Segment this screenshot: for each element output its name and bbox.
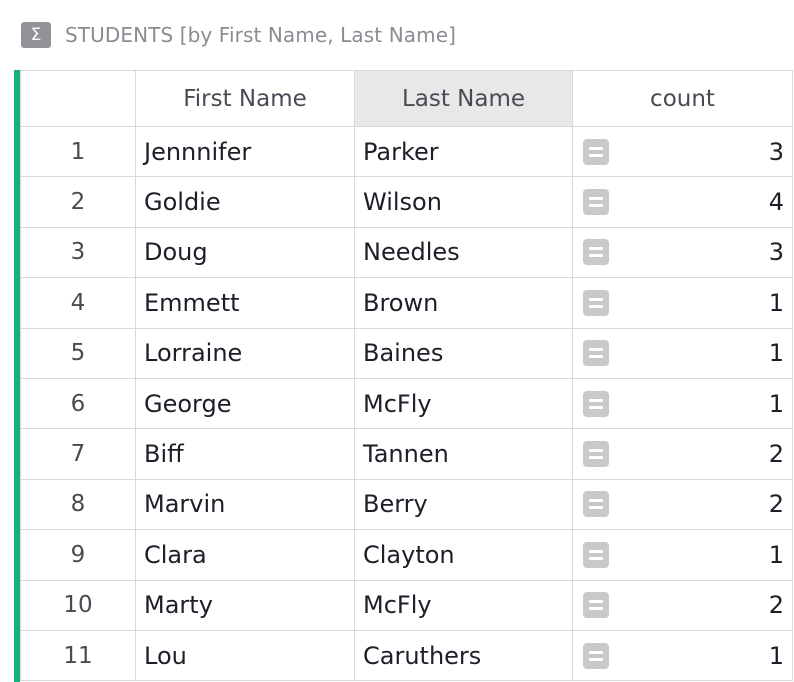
table-row: 4 Emmett Brown 1	[20, 277, 793, 329]
cell-last-name[interactable]: Caruthers	[354, 629, 573, 682]
row-number[interactable]: 7	[20, 428, 136, 480]
header-row: First Name Last Name count	[20, 70, 793, 127]
row-number[interactable]: 11	[20, 629, 136, 682]
cell-count[interactable]: 1	[572, 277, 793, 329]
formula-icon	[583, 441, 609, 468]
count-value: 2	[768, 490, 784, 519]
cell-count[interactable]: 1	[572, 377, 793, 430]
count-value: 1	[768, 339, 784, 368]
count-value: 1	[768, 641, 784, 670]
row-number[interactable]: 3	[20, 226, 136, 279]
data-grid[interactable]: First Name Last Name count 1 Jennnifer Par…	[14, 70, 794, 682]
table-row: 8 Marvin Berry 2	[20, 478, 793, 531]
cell-first-name[interactable]: Doug	[135, 226, 355, 279]
row-number[interactable]: 9	[20, 529, 136, 581]
cell-first-name[interactable]: Lorraine	[135, 327, 355, 379]
cell-first-name[interactable]: Lou	[135, 629, 355, 682]
table-row: 9 Clara Clayton 1	[20, 529, 793, 581]
formula-icon	[583, 340, 609, 367]
table-row: 3 Doug Needles 3	[20, 226, 793, 279]
row-number[interactable]: 5	[20, 327, 136, 379]
table-row: 1 Jennnifer Parker 3	[20, 125, 793, 178]
count-value: 1	[768, 288, 784, 317]
students-table: First Name Last Name count 1 Jennnifer Par…	[20, 70, 793, 682]
cell-last-name[interactable]: Clayton	[354, 529, 573, 581]
table-row: 2 Goldie Wilson 4	[20, 176, 793, 228]
cell-first-name[interactable]: Jennnifer	[135, 125, 355, 178]
table-row: 11 Lou Caruthers 1	[20, 629, 793, 682]
row-number-header[interactable]	[20, 70, 136, 127]
row-number[interactable]: 10	[20, 579, 136, 631]
table-row: 5 Lorraine Baines 1	[20, 327, 793, 379]
row-number[interactable]: 6	[20, 377, 136, 430]
count-value: 1	[768, 540, 784, 569]
count-value: 3	[768, 137, 784, 166]
column-header-last-name[interactable]: Last Name	[354, 70, 573, 127]
cell-first-name[interactable]: Biff	[135, 428, 355, 480]
table-row: 7 Biff Tannen 2	[20, 428, 793, 480]
cell-count[interactable]: 1	[572, 529, 793, 581]
row-number[interactable]: 2	[20, 176, 136, 228]
count-value: 3	[768, 238, 784, 267]
cell-last-name[interactable]: Parker	[354, 125, 573, 178]
table-row: 10 Marty McFly 2	[20, 579, 793, 631]
sigma-icon: Σ	[21, 22, 51, 48]
section-title[interactable]: STUDENTS [by First Name, Last Name]	[65, 23, 456, 47]
formula-icon	[583, 491, 609, 518]
cell-last-name[interactable]: Berry	[354, 478, 573, 531]
formula-icon	[583, 390, 609, 417]
formula-icon	[583, 642, 609, 669]
row-number[interactable]: 4	[20, 277, 136, 329]
cell-count[interactable]: 2	[572, 478, 793, 531]
cell-first-name[interactable]: George	[135, 377, 355, 430]
formula-icon	[583, 239, 609, 266]
cell-last-name[interactable]: McFly	[354, 579, 573, 631]
cell-last-name[interactable]: McFly	[354, 377, 573, 430]
formula-icon	[583, 138, 609, 165]
column-header-first-name[interactable]: First Name	[135, 70, 355, 127]
count-value: 2	[768, 591, 784, 620]
cell-last-name[interactable]: Wilson	[354, 176, 573, 228]
cell-first-name[interactable]: Emmett	[135, 277, 355, 329]
cell-last-name[interactable]: Tannen	[354, 428, 573, 480]
cell-first-name[interactable]: Clara	[135, 529, 355, 581]
cell-last-name[interactable]: Brown	[354, 277, 573, 329]
cell-first-name[interactable]: Marvin	[135, 478, 355, 531]
cell-count[interactable]: 1	[572, 327, 793, 379]
cell-count[interactable]: 1	[572, 629, 793, 682]
cell-last-name[interactable]: Baines	[354, 327, 573, 379]
cell-count[interactable]: 2	[572, 428, 793, 480]
table-row: 6 George McFly 1	[20, 377, 793, 430]
formula-icon	[583, 541, 609, 568]
cell-last-name[interactable]: Needles	[354, 226, 573, 279]
cell-count[interactable]: 3	[572, 125, 793, 178]
formula-icon	[583, 289, 609, 316]
cell-count[interactable]: 3	[572, 226, 793, 279]
count-value: 1	[768, 389, 784, 418]
count-value: 2	[768, 440, 784, 469]
formula-icon	[583, 592, 609, 619]
cell-count[interactable]: 2	[572, 579, 793, 631]
column-header-count[interactable]: count	[572, 70, 793, 127]
formula-icon	[583, 189, 609, 216]
cell-count[interactable]: 4	[572, 176, 793, 228]
row-number[interactable]: 8	[20, 478, 136, 531]
count-value: 4	[768, 188, 784, 217]
cell-first-name[interactable]: Marty	[135, 579, 355, 631]
row-number[interactable]: 1	[20, 125, 136, 178]
cell-first-name[interactable]: Goldie	[135, 176, 355, 228]
section-title-bar: Σ STUDENTS [by First Name, Last Name]	[21, 21, 456, 49]
